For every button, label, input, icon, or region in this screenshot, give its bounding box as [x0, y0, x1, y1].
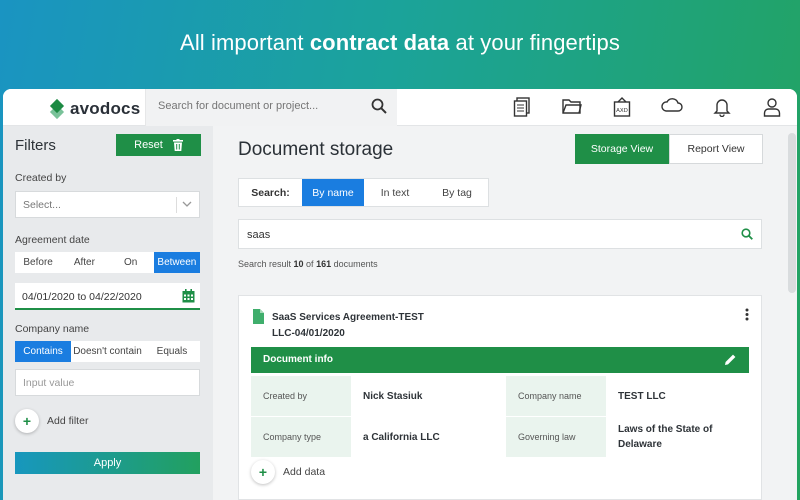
- created-by-select[interactable]: Select...: [15, 191, 200, 218]
- top-icon-bar: AXD: [497, 97, 797, 117]
- svg-text:AXD: AXD: [616, 108, 628, 114]
- date-mode-after[interactable]: After: [61, 252, 107, 273]
- agreement-date-label: Agreement date: [15, 234, 90, 246]
- filters-title: Filters: [15, 137, 56, 154]
- document-title[interactable]: SaaS Services Agreement-TEST LLC-04/01/2…: [272, 310, 442, 342]
- add-data-button[interactable]: + Add data: [251, 460, 325, 484]
- company-mode-doesnt-contain[interactable]: Doesn't contain: [71, 341, 144, 362]
- bell-icon[interactable]: [697, 97, 747, 117]
- document-info-grid: Created by Nick Stasiuk Company name TES…: [251, 376, 749, 458]
- date-mode-between[interactable]: Between: [153, 252, 200, 273]
- building-icon[interactable]: AXD: [597, 97, 647, 117]
- info-row: Company type a California LLC Governing …: [251, 417, 749, 457]
- apply-button[interactable]: Apply: [15, 452, 200, 474]
- info-value[interactable]: Nick Stasiuk: [351, 376, 506, 416]
- chevron-down-icon: [182, 198, 192, 213]
- pencil-icon[interactable]: [724, 353, 737, 369]
- date-mode-on[interactable]: On: [108, 252, 154, 273]
- date-mode-before[interactable]: Before: [15, 252, 61, 273]
- report-view-button[interactable]: Report View: [669, 134, 763, 164]
- global-search: [145, 89, 397, 126]
- more-options-icon[interactable]: [745, 308, 749, 326]
- document-icon: [253, 309, 264, 329]
- info-value[interactable]: a California LLC: [351, 417, 506, 457]
- tab-by-name[interactable]: By name: [302, 179, 364, 206]
- cloud-icon[interactable]: [647, 97, 697, 117]
- info-key: Company name: [506, 376, 606, 416]
- search-icon[interactable]: [371, 98, 387, 119]
- search-mode-tabs: Search: By name In text By tag: [238, 178, 489, 207]
- date-mode-segmented: Before After On Between: [15, 252, 200, 273]
- hero-headline: All important contract data at your fing…: [180, 30, 620, 55]
- company-name-label: Company name: [15, 323, 90, 335]
- info-key: Created by: [251, 376, 351, 416]
- folder-icon[interactable]: [547, 97, 597, 117]
- logo-text: avodocs: [70, 99, 141, 118]
- app-window: avodocs AXD: [3, 89, 797, 500]
- calendar-icon[interactable]: [182, 289, 195, 306]
- info-value[interactable]: Laws of the State of Delaware: [606, 417, 749, 457]
- add-filter-button[interactable]: + Add filter: [15, 409, 88, 433]
- search-result-count: Search result 10 of 161 documents: [238, 259, 378, 269]
- logo[interactable]: avodocs: [49, 98, 141, 120]
- company-mode-equals[interactable]: Equals: [144, 341, 200, 362]
- filters-sidebar: Filters Reset Created by Select... Agree…: [3, 126, 213, 500]
- plus-icon: +: [15, 409, 39, 433]
- company-name-input[interactable]: Input value: [15, 369, 200, 396]
- info-row: Created by Nick Stasiuk Company name TES…: [251, 376, 749, 416]
- main-content: Document storage Storage View Report Vie…: [213, 126, 797, 500]
- documents-icon[interactable]: [497, 97, 547, 117]
- tab-in-text[interactable]: In text: [364, 179, 426, 206]
- document-search-input[interactable]: saas: [238, 219, 762, 249]
- storage-view-button[interactable]: Storage View: [575, 134, 669, 164]
- info-key: Governing law: [506, 417, 606, 457]
- search-label: Search:: [251, 186, 290, 199]
- date-range-field[interactable]: 04/01/2020 to 04/22/2020: [15, 283, 200, 310]
- scrollbar[interactable]: [788, 133, 796, 293]
- top-bar: avodocs AXD: [3, 89, 797, 126]
- global-search-input[interactable]: [158, 100, 358, 112]
- document-card: SaaS Services Agreement-TEST LLC-04/01/2…: [238, 295, 762, 500]
- user-icon[interactable]: [747, 97, 797, 117]
- logo-mark-icon: [49, 98, 65, 120]
- info-value[interactable]: TEST LLC: [606, 376, 749, 416]
- tab-by-tag[interactable]: By tag: [426, 179, 488, 206]
- search-icon[interactable]: [741, 228, 753, 243]
- view-toggle: Storage View Report View: [575, 134, 763, 164]
- info-key: Company type: [251, 417, 351, 457]
- plus-icon: +: [251, 460, 275, 484]
- company-mode-segmented: Contains Doesn't contain Equals: [15, 341, 200, 362]
- trash-icon: [172, 139, 183, 151]
- page-title: Document storage: [238, 139, 394, 160]
- document-info-header: Document info: [251, 347, 749, 373]
- company-mode-contains[interactable]: Contains: [15, 341, 72, 362]
- created-by-label: Created by: [15, 172, 67, 184]
- reset-button[interactable]: Reset: [116, 134, 201, 156]
